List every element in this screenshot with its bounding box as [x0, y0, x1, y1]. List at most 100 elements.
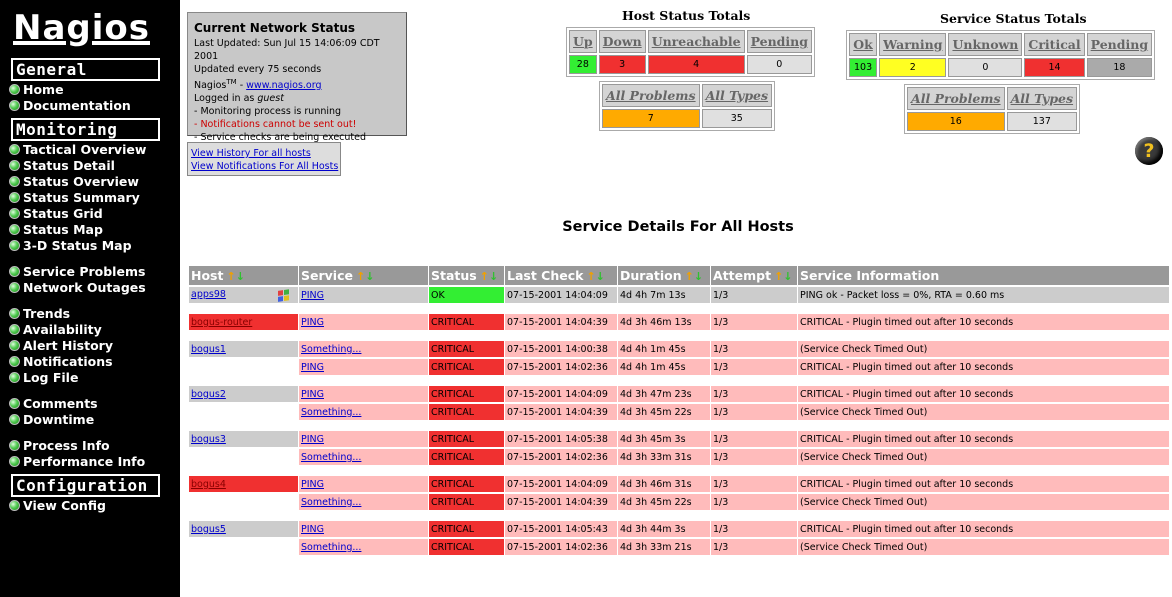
sort-ascending-icon[interactable]: ↑: [226, 270, 235, 283]
sort-ascending-icon[interactable]: ↑: [586, 270, 595, 283]
nav-status-grid[interactable]: Status Grid: [9, 206, 103, 222]
column-header-service: Service ↑↓: [299, 266, 428, 285]
host-link[interactable]: bogus5: [191, 524, 226, 535]
sort-descending-icon[interactable]: ↓: [596, 270, 605, 283]
attempt-cell: 1/3: [711, 359, 797, 375]
totals-count-all-problems: 7: [602, 109, 700, 128]
column-label: Status: [431, 268, 477, 283]
nav-home[interactable]: Home: [9, 82, 64, 98]
column-header-service-information: Service Information: [798, 266, 1169, 285]
nagios-link[interactable]: www.nagios.org: [246, 80, 321, 91]
service-link[interactable]: PING: [301, 362, 324, 373]
status-badge: CRITICAL: [429, 449, 504, 465]
host-link[interactable]: apps98: [191, 289, 226, 300]
view-history-link[interactable]: View History For all hosts: [191, 147, 340, 160]
service-link[interactable]: PING: [301, 389, 324, 400]
info-cell: CRITICAL - Plugin timed out after 10 sec…: [798, 359, 1169, 375]
totals-link-unreachable[interactable]: Unreachable: [647, 30, 745, 53]
sort-ascending-icon[interactable]: ↑: [356, 270, 365, 283]
nav-alert-history[interactable]: Alert History: [9, 338, 113, 354]
nav-tactical-overview[interactable]: Tactical Overview: [9, 142, 146, 158]
nav-availability[interactable]: Availability: [9, 322, 102, 338]
nav-log-file[interactable]: Log File: [9, 370, 78, 386]
host-link[interactable]: bogus4: [191, 479, 226, 490]
nav-status-summary[interactable]: Status Summary: [9, 190, 140, 206]
totals-link-ok[interactable]: Ok: [849, 33, 878, 56]
totals-link-down[interactable]: Down: [598, 30, 646, 53]
nav-notifications[interactable]: Notifications: [9, 354, 113, 370]
service-link[interactable]: PING: [301, 479, 324, 490]
totals-link-unknown[interactable]: Unknown: [948, 33, 1023, 56]
sort-descending-icon[interactable]: ↓: [236, 270, 245, 283]
totals-link-all-problems[interactable]: All Problems: [907, 87, 1005, 110]
host-link[interactable]: bogus-router: [191, 317, 252, 328]
logged-in-line: Logged in as guest: [194, 92, 406, 105]
windows-logo-icon: [278, 288, 290, 303]
totals-link-pending[interactable]: Pending: [746, 30, 812, 53]
nav-documentation[interactable]: Documentation: [9, 98, 131, 114]
sort-descending-icon[interactable]: ↓: [694, 270, 703, 283]
status-badge: OK: [429, 287, 504, 303]
nav-status-map[interactable]: Status Map: [9, 222, 103, 238]
service-link[interactable]: PING: [301, 524, 324, 535]
totals-count-pending: 18: [1086, 58, 1153, 77]
nav-3-d-status-map[interactable]: 3-D Status Map: [9, 238, 132, 254]
info-cell: CRITICAL - Plugin timed out after 10 sec…: [798, 314, 1169, 330]
totals-link-warning[interactable]: Warning: [879, 33, 947, 56]
host-link[interactable]: bogus2: [191, 389, 226, 400]
totals-link-pending[interactable]: Pending: [1086, 33, 1153, 56]
view-notifications-link[interactable]: View Notifications For All Hosts: [191, 160, 340, 173]
service-link[interactable]: PING: [301, 290, 324, 301]
host-cell: bogus1: [189, 341, 298, 357]
status-badge: CRITICAL: [429, 431, 504, 447]
duration-cell: 4d 4h 7m 13s: [618, 287, 710, 303]
totals-link-all-types[interactable]: All Types: [1006, 87, 1078, 110]
totals-link-all-problems[interactable]: All Problems: [602, 84, 700, 107]
nav-label: Status Grid: [23, 206, 103, 221]
sort-ascending-icon[interactable]: ↑: [480, 270, 489, 283]
status-badge: CRITICAL: [429, 494, 504, 510]
host-link[interactable]: bogus1: [191, 344, 226, 355]
totals-count-up: 28: [569, 55, 597, 74]
sort-ascending-icon[interactable]: ↑: [685, 270, 694, 283]
nagios-line: NagiosTM - www.nagios.org: [194, 76, 406, 92]
totals-link-critical[interactable]: Critical: [1024, 33, 1085, 56]
last-check-cell: 07-15-2001 14:02:36: [505, 359, 617, 375]
nav-label: Log File: [23, 370, 79, 385]
sort-descending-icon[interactable]: ↓: [783, 270, 792, 283]
sort-descending-icon[interactable]: ↓: [365, 270, 374, 283]
nav-network-outages[interactable]: Network Outages: [9, 280, 146, 296]
nav-status-detail[interactable]: Status Detail: [9, 158, 115, 174]
totals-count-ok: 103: [849, 58, 878, 77]
nagios-logo[interactable]: Nagios: [13, 8, 150, 48]
host-cell: bogus-router: [189, 314, 298, 330]
service-link[interactable]: Something...: [301, 452, 361, 463]
nav-downtime[interactable]: Downtime: [9, 412, 94, 428]
nav-comments[interactable]: Comments: [9, 396, 98, 412]
nav-trends[interactable]: Trends: [9, 306, 70, 322]
table-row: apps98 PING OK 07-15-2001 14:04:09 4d 4h 7m …: [189, 287, 1169, 303]
service-link[interactable]: Something...: [301, 497, 361, 508]
attempt-cell: 1/3: [711, 539, 797, 555]
service-cell: PING: [299, 521, 428, 537]
host-link[interactable]: bogus3: [191, 434, 226, 445]
duration-cell: 4d 3h 46m 13s: [618, 314, 710, 330]
info-cell: (Service Check Timed Out): [798, 404, 1169, 420]
status-badge: CRITICAL: [429, 404, 504, 420]
nav-process-info[interactable]: Process Info: [9, 438, 110, 454]
service-link[interactable]: PING: [301, 317, 324, 328]
service-link[interactable]: Something...: [301, 344, 361, 355]
totals-link-all-types[interactable]: All Types: [701, 84, 773, 107]
service-link[interactable]: Something...: [301, 542, 361, 553]
nav-status-overview[interactable]: Status Overview: [9, 174, 139, 190]
nav-performance-info[interactable]: Performance Info: [9, 454, 145, 470]
sort-descending-icon[interactable]: ↓: [489, 270, 498, 283]
service-link[interactable]: PING: [301, 434, 324, 445]
last-check-cell: 07-15-2001 14:04:09: [505, 287, 617, 303]
nav-service-problems[interactable]: Service Problems: [9, 264, 145, 280]
sort-ascending-icon[interactable]: ↑: [774, 270, 783, 283]
help-icon[interactable]: ?: [1135, 137, 1163, 165]
nav-view-config[interactable]: View Config: [9, 498, 106, 514]
totals-link-up[interactable]: Up: [569, 30, 597, 53]
service-link[interactable]: Something...: [301, 407, 361, 418]
